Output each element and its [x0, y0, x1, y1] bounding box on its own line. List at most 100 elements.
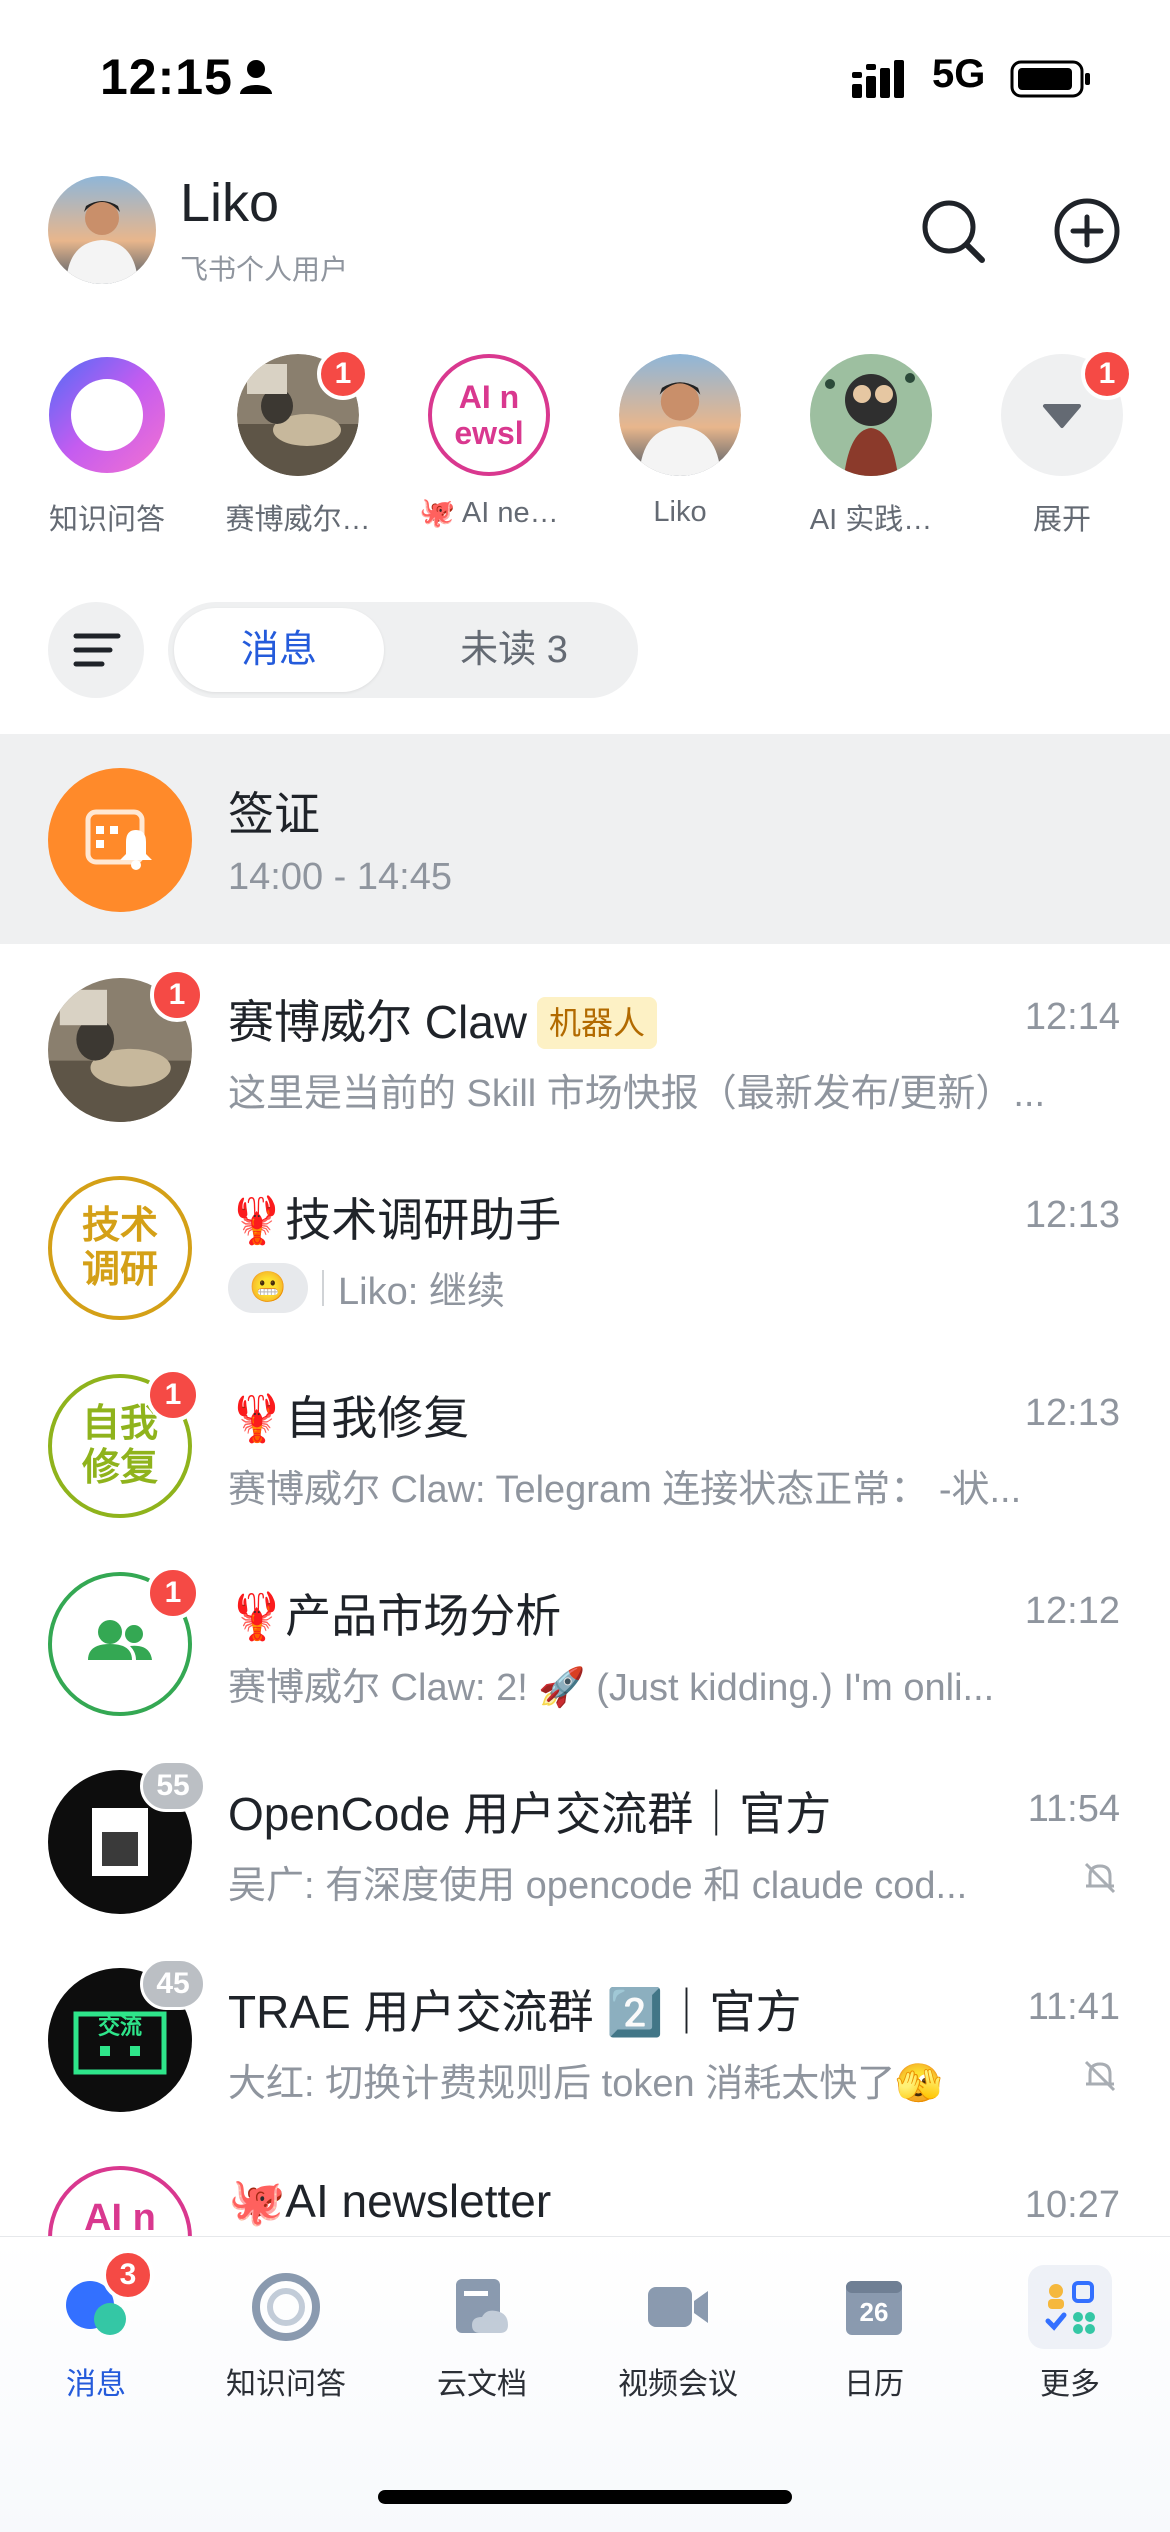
tab-video-meeting-nav[interactable]: 视频会议: [588, 2271, 768, 2403]
knowledge-swirl-icon: [250, 2271, 322, 2343]
tab-label: 更多: [1040, 2368, 1100, 2401]
dog-photo-avatar: 1: [237, 348, 369, 476]
avatar-text: AI n: [84, 2197, 156, 2239]
preview-divider: [322, 1269, 324, 1306]
tech-research-text-avatar: 技术 调研: [48, 1176, 192, 1320]
chat-time: 12:13: [1024, 1194, 1120, 1236]
chat-bubbles-icon: 3: [60, 2249, 154, 2343]
video-camera-icon: [642, 2271, 714, 2343]
list-item-tech-research[interactable]: 技术 调研 🦞技术调研助手 12:13 😬 Liko: 继续: [0, 1142, 1170, 1340]
knowledge-ring-icon: [46, 354, 168, 476]
tab-label: 视频会议: [618, 2368, 738, 2401]
tab-messages-nav[interactable]: 3 消息: [6, 2249, 186, 2403]
quick-item-cyber-weir[interactable]: 1 赛博威尔…: [203, 348, 393, 538]
sticker-icon: 😬: [228, 1262, 308, 1313]
tab-knowledge-nav[interactable]: 知识问答: [196, 2271, 376, 2403]
quick-item-expand[interactable]: 1 展开: [967, 348, 1157, 538]
quick-item-liko[interactable]: Liko: [585, 354, 775, 529]
calendar-icon: 26: [838, 2271, 910, 2343]
tab-label: 云文档: [437, 2368, 527, 2401]
tab-unread[interactable]: 未读 3: [404, 608, 624, 692]
list-item-product-market[interactable]: 1 🦞产品市场分析 12:12 赛博威尔 Claw: 2! 🚀 (Just ki…: [0, 1538, 1170, 1736]
calendar-day: 26: [859, 2297, 889, 2327]
battery-icon: [1010, 60, 1090, 98]
quick-label: 展开: [1032, 504, 1091, 536]
bottom-tab-bar: 3 消息 知识问答 云文档 视频会议 26 日历 更多: [0, 2236, 1170, 2532]
chat-title: OpenCode 用户交流群｜官方: [228, 1788, 832, 1840]
unread-badge: 1: [146, 1566, 200, 1620]
filter-button[interactable]: [48, 602, 144, 698]
profile-subtitle: 飞书个人用户: [180, 254, 349, 285]
filter-lines-icon: [73, 633, 121, 667]
muted-bell-icon: [1084, 2060, 1116, 2092]
status-time: 12:15: [100, 49, 233, 105]
search-icon[interactable]: [918, 196, 988, 266]
chat-preview: 这里是当前的 Skill 市场快报（最新发布/更新）...: [228, 1073, 1046, 1115]
chat-preview: 赛博威尔 Claw: 2! 🚀 (Just kidding.) I'm onli…: [228, 1667, 995, 1709]
chat-title: 赛博威尔 Claw 机器人: [228, 986, 658, 1052]
list-item-self-repair[interactable]: 自我 修复 1 🦞自我修复 12:13 赛博威尔 Claw: Telegram …: [0, 1340, 1170, 1538]
apps-grid-icon: [1028, 2265, 1112, 2349]
tab-cloud-docs-nav[interactable]: 云文档: [392, 2271, 572, 2403]
quick-item-ai-practice[interactable]: AI 实践…: [776, 354, 966, 538]
avatar-text: 技术 调研: [81, 1205, 158, 1291]
profile-avatar[interactable]: [48, 176, 156, 284]
film-art-avatar: [810, 354, 932, 476]
list-item-cyber-weir-claw[interactable]: 1 赛博威尔 Claw 机器人 12:14 这里是当前的 Skill 市场快报（最…: [0, 944, 1170, 1142]
unread-badge: 1: [317, 348, 369, 400]
unread-count-badge: 45: [140, 1958, 206, 2010]
tab-label: 知识问答: [226, 2368, 346, 2401]
quick-label: 知识问答: [48, 504, 165, 536]
chat-time: 10:27: [1024, 2184, 1120, 2226]
quick-item-knowledge[interactable]: 知识问答: [12, 354, 202, 538]
dog-photo-avatar: 1: [48, 968, 204, 1122]
status-bar: 12:15 5G: [0, 0, 1170, 150]
chat-title: 🦞技术调研助手: [228, 1194, 562, 1246]
muted-bell-icon: [1084, 1862, 1116, 1894]
add-icon[interactable]: [1052, 196, 1122, 266]
home-indicator[interactable]: [378, 2490, 792, 2504]
list-item-trae-group[interactable]: 交流 45 TRAE 用户交流群 2️⃣｜官方 11:41 大红: 切换计费规则…: [0, 1934, 1170, 2132]
quick-label: 🐙 AI ne…: [419, 497, 559, 529]
chat-time: 11:41: [1027, 1986, 1120, 2028]
opencode-logo: 55: [48, 1760, 206, 1914]
unread-count-badge: 55: [140, 1760, 206, 1812]
cloud-doc-icon: [446, 2271, 518, 2343]
unread-badge: 1: [1081, 348, 1133, 400]
chat-title: TRAE 用户交流群 2️⃣｜官方: [228, 1986, 802, 2038]
person-icon: [240, 60, 272, 94]
chat-preview-text: Liko: 继续: [338, 1271, 505, 1313]
chat-time: 12:12: [1024, 1590, 1120, 1632]
chat-preview: 14:00 - 14:45: [228, 856, 452, 898]
list-item-pinned-event[interactable]: 签证 14:00 - 14:45: [0, 734, 1170, 944]
chat-title: 🐙AI newsletter: [228, 2175, 552, 2227]
chat-preview: 大红: 切换计费规则后 token 消耗太快了🫣: [228, 2063, 943, 2105]
profile-name[interactable]: Liko: [180, 172, 279, 234]
calendar-bell-icon: [48, 768, 192, 912]
chat-time: 11:54: [1027, 1788, 1120, 1830]
ai-newsletter-text-avatar: AI n ewsl: [428, 354, 550, 476]
quick-label: 赛博威尔…: [225, 504, 371, 536]
expand-down-icon: 1: [1001, 348, 1133, 476]
chat-title: 🦞自我修复: [228, 1392, 470, 1444]
bot-tag: 机器人: [537, 997, 658, 1049]
person-photo-avatar: [619, 354, 741, 476]
unread-badge: 1: [150, 968, 204, 1022]
trae-logo: 交流 45: [48, 1958, 206, 2112]
network-type: 5G: [932, 52, 986, 96]
unread-badge: 3: [102, 2249, 154, 2301]
tab-label: 消息: [66, 2368, 126, 2401]
message-filter-segment: 消息 未读 3: [168, 602, 638, 698]
self-repair-text-avatar: 自我 修复 1: [48, 1368, 200, 1518]
list-item-opencode-group[interactable]: 55 OpenCode 用户交流群｜官方 11:54 吴广: 有深度使用 ope…: [0, 1736, 1170, 1934]
avatar-text: 自我 修复: [81, 1403, 158, 1489]
tab-messages[interactable]: 消息: [174, 608, 384, 692]
quick-item-ai-newsletter[interactable]: AI n ewsl 🐙 AI ne…: [394, 354, 584, 530]
tab-calendar-nav[interactable]: 26 日历: [784, 2271, 964, 2403]
tab-more-nav[interactable]: 更多: [980, 2265, 1160, 2403]
avatar-text: AI n ewsl: [454, 379, 524, 451]
chat-preview: 赛博威尔 Claw: Telegram 连接状态正常： -状...: [228, 1469, 1022, 1511]
quick-label: Liko: [653, 496, 707, 528]
quick-label: AI 实践…: [809, 504, 933, 536]
unread-badge: 1: [146, 1368, 200, 1422]
